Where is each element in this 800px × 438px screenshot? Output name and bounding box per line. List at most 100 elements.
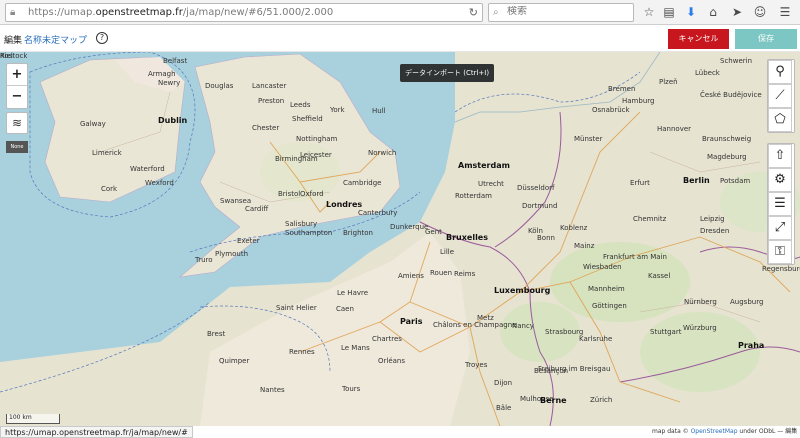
settings-tools-group: ⇧ ⚙ ☰ ⤢ ⚿	[767, 143, 795, 265]
map-label: Newry	[158, 79, 181, 87]
map-label: Hannover	[657, 125, 692, 133]
map-label: Freiburg im Breisgau	[538, 365, 611, 373]
help-icon[interactable]: ?	[96, 32, 108, 44]
zoom-out-button[interactable]: −	[7, 86, 27, 108]
map-label: Rotterdam	[455, 192, 492, 200]
map-label: Bâle	[496, 404, 512, 412]
zoom-control: + −	[6, 63, 28, 109]
map-label: Nürnberg	[684, 298, 717, 306]
map-label: Orléans	[378, 357, 406, 365]
map-label: Saint Helier	[276, 304, 317, 312]
url-prefix: https://umap.	[28, 7, 96, 18]
map-label: Cambridge	[343, 179, 382, 187]
menu-icon[interactable]: ☰	[777, 4, 793, 20]
map-label: Dunkerque	[390, 223, 429, 231]
map-label: Bristol	[278, 190, 301, 198]
map-label: Salisbury	[285, 220, 318, 228]
map-label: Utrecht	[478, 180, 504, 188]
attribution-link[interactable]: OpenStreetMap	[691, 428, 738, 435]
zoom-in-button[interactable]: +	[7, 64, 27, 86]
lock-icon: 🔒︎	[10, 7, 16, 18]
map-label: Chartres	[372, 335, 402, 343]
map-label: Galway	[80, 120, 106, 128]
map-label: Caen	[336, 305, 354, 313]
reload-icon[interactable]: ↻	[469, 6, 478, 19]
map-label: Armagh	[148, 70, 176, 78]
map-name-link[interactable]: 名称未定マップ	[24, 33, 87, 46]
map-label: Magdeburg	[707, 153, 747, 161]
url-bar[interactable]: 🔒︎ https://umap.openstreetmap.fr/ja/map/…	[5, 3, 483, 22]
send-icon[interactable]: ➤	[729, 4, 745, 20]
map-label: Leeds	[290, 101, 311, 109]
map-label: Brighton	[343, 229, 373, 237]
attribution-prefix: map data ©	[652, 428, 691, 435]
map-label: Nancy	[512, 322, 534, 330]
cancel-button[interactable]: キャンセル	[668, 29, 729, 49]
layers-icon[interactable]: ☰	[768, 192, 792, 216]
bookmark-star-icon[interactable]: ☆	[641, 4, 657, 20]
none-tag: None	[6, 141, 28, 153]
map-label: Truro	[195, 256, 213, 264]
layers-switcher-icon[interactable]: ≋	[6, 112, 28, 134]
map-label: Stuttgart	[650, 328, 682, 336]
scale-bar: 100 km	[6, 414, 60, 424]
map-label: Leipzig	[700, 215, 725, 223]
map-label: Metz	[477, 314, 494, 322]
map-label: Bruxelles	[446, 233, 488, 242]
map-label: Sheffield	[292, 115, 323, 123]
search-bar[interactable]: ⌕	[488, 3, 634, 22]
map-label: Strasbourg	[545, 328, 584, 336]
map-label: Lübeck	[695, 69, 720, 77]
upload-icon[interactable]: ⇧	[768, 144, 792, 168]
url-text[interactable]: https://umap.openstreetmap.fr/ja/map/new…	[28, 7, 333, 18]
browser-toolbar: 🔒︎ https://umap.openstreetmap.fr/ja/map/…	[0, 0, 800, 25]
home-icon[interactable]: ⌂	[705, 4, 721, 20]
map-label: Douglas	[205, 82, 234, 90]
polygon-icon[interactable]: ⬠	[768, 108, 792, 132]
map-label: Canterbury	[358, 209, 398, 217]
reading-list-icon[interactable]: ▤	[661, 4, 677, 20]
map-label: Rouen	[430, 269, 453, 277]
map-label: Brest	[207, 330, 226, 338]
draw-tools-group: ⚲ ⟋ ⬠	[767, 59, 795, 133]
map-label: Swansea	[220, 197, 252, 205]
map-label: Hull	[372, 107, 386, 115]
map-canvas[interactable]: Belfast Armagh Newry Dublin Galway Limerick Co…	[0, 52, 800, 426]
status-url: https://umap.openstreetmap.fr/ja/map/new…	[0, 426, 193, 438]
chat-icon[interactable]: ☺	[752, 4, 768, 20]
map-label: Preston	[258, 97, 285, 105]
map-label: Nottingham	[296, 135, 338, 143]
map-label: Karlsruhe	[579, 335, 613, 343]
search-input[interactable]	[507, 6, 627, 17]
map-label: Schwerin	[720, 57, 753, 65]
map-label: Osnabrück	[592, 106, 630, 114]
map-label: Amiens	[398, 272, 424, 280]
map-label: Lancaster	[252, 82, 287, 90]
map-label: Köln	[528, 227, 543, 235]
save-button[interactable]: 保存	[735, 29, 797, 49]
map-label: Rennes	[289, 348, 315, 356]
map-label: Praha	[738, 341, 765, 350]
map-label: Dublin	[158, 116, 188, 125]
map-label: Wiesbaden	[583, 263, 622, 271]
map-label: Wexford	[145, 179, 174, 187]
map-label: Londres	[326, 200, 363, 209]
polyline-icon[interactable]: ⟋	[768, 84, 792, 108]
map-label: Dijon	[494, 379, 512, 387]
map-label: Kassel	[648, 272, 671, 280]
download-icon[interactable]: ⬇	[683, 4, 699, 20]
map-label: Würzburg	[683, 324, 717, 332]
map-label: Limerick	[92, 149, 122, 157]
map-label: Bremen	[608, 85, 636, 93]
settings-icon[interactable]: ⚙	[768, 168, 792, 192]
line-style-icon[interactable]: ⤢	[768, 216, 792, 240]
marker-icon[interactable]: ⚲	[768, 60, 792, 84]
map-label: Göttingen	[592, 302, 627, 310]
map-label: České Budějovice	[700, 91, 762, 99]
map-label: Koblenz	[560, 224, 588, 232]
map-label: Quimper	[219, 357, 250, 365]
key-icon[interactable]: ⚿	[768, 240, 792, 264]
map-label: Dortmund	[522, 202, 558, 210]
map-label: York	[330, 106, 345, 114]
map-label: Châlons en Champagne	[433, 321, 517, 329]
